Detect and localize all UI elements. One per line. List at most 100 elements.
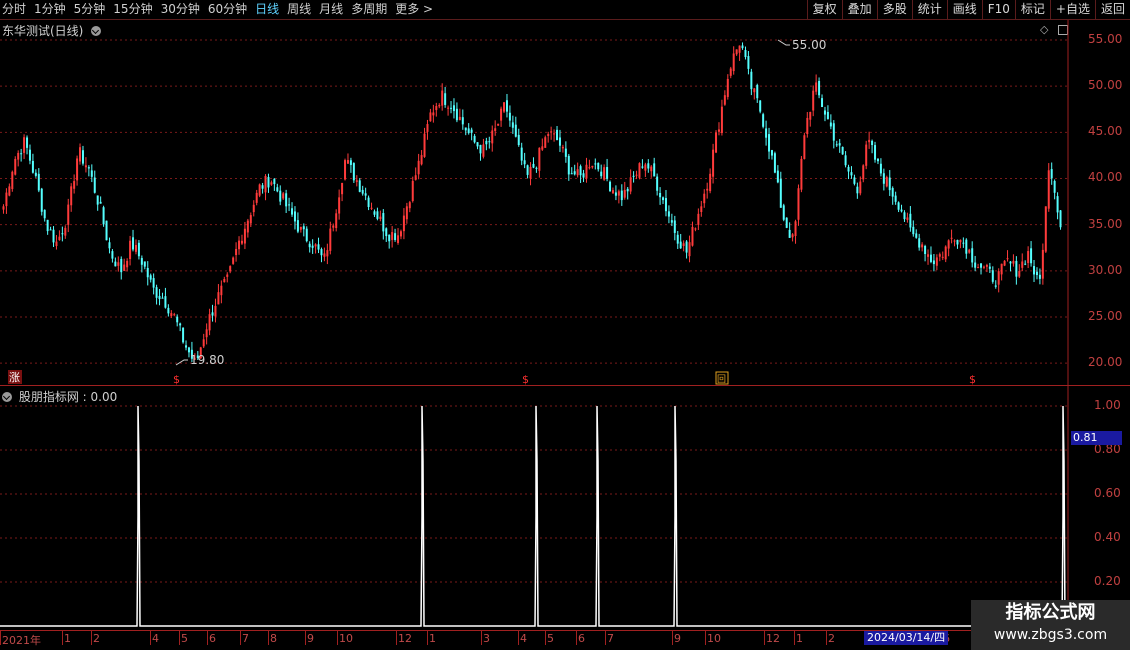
event-box-icon[interactable]: 回 [715, 371, 729, 385]
candle [765, 120, 768, 146]
candle [1033, 259, 1036, 283]
candle [311, 239, 314, 254]
candle [126, 258, 129, 272]
low-marker [175, 359, 188, 366]
candle [897, 201, 900, 213]
toolbar-button[interactable]: +自选 [1049, 0, 1095, 19]
candle [129, 235, 132, 266]
candle [240, 234, 243, 245]
period-tab[interactable]: 日线 [255, 1, 279, 18]
candle [1035, 267, 1038, 280]
candle [264, 174, 267, 201]
candle [782, 203, 785, 222]
indicator-chart[interactable] [0, 386, 1130, 630]
date-label: 5 [547, 632, 554, 645]
candle [447, 105, 450, 116]
period-tab[interactable]: 多周期 [351, 1, 387, 18]
period-tab[interactable]: 月线 [319, 1, 343, 18]
signal-icon[interactable]: $ [969, 373, 976, 385]
candle [452, 98, 455, 119]
candle [323, 247, 326, 262]
candle [105, 220, 108, 241]
candle [93, 170, 96, 194]
candle [229, 265, 232, 274]
candle [717, 122, 720, 136]
toolbar-button[interactable]: 叠加 [841, 0, 877, 19]
watermark-url: www.zbgs3.com [993, 627, 1108, 643]
period-tab[interactable]: 15分钟 [113, 1, 152, 18]
candle [276, 183, 279, 193]
toolbar-button[interactable]: 标记 [1014, 0, 1050, 19]
indicator-tick-label: 0.60 [1094, 486, 1121, 500]
candle [34, 169, 37, 178]
candle [679, 233, 682, 249]
date-label: 9 [674, 632, 681, 645]
candle [161, 292, 164, 299]
candle [1006, 250, 1009, 262]
candle [988, 262, 991, 274]
period-tab[interactable]: 5分钟 [74, 1, 106, 18]
candle [871, 139, 874, 154]
date-label: 7 [607, 632, 614, 645]
candle [932, 253, 935, 272]
candle [52, 226, 55, 247]
indicator-tick-label: 1.00 [1094, 398, 1121, 412]
candle [341, 182, 344, 202]
candle [293, 206, 296, 230]
toolbar-button[interactable]: 统计 [911, 0, 947, 19]
date-label: 1 [429, 632, 436, 645]
candle [1030, 241, 1033, 267]
candle [252, 200, 255, 217]
candle [1041, 243, 1044, 285]
candle [582, 169, 585, 183]
candle [485, 137, 488, 151]
limit-up-badge: 涨 [8, 370, 22, 384]
candle [915, 229, 918, 239]
signal-icon[interactable]: $ [173, 373, 180, 385]
period-tab[interactable]: 更多 > [395, 1, 433, 18]
candle [143, 261, 146, 270]
candle [823, 106, 826, 122]
candle [1024, 260, 1027, 266]
candle [214, 298, 217, 323]
candle [305, 226, 308, 243]
period-tab[interactable]: 分时 [2, 1, 26, 18]
candle [90, 164, 93, 183]
toolbar-button[interactable]: 多股 [876, 0, 912, 19]
candle [894, 191, 897, 205]
toolbar-button[interactable]: 复权 [806, 0, 842, 19]
candlestick-chart[interactable]: 55.00 19.80 涨 $ $ $ 回 [0, 20, 1130, 385]
candle [556, 126, 559, 141]
date-tick [545, 631, 546, 645]
candle [467, 123, 470, 135]
candle [279, 185, 282, 206]
candle [140, 255, 143, 273]
toolbar-button[interactable]: 画线 [946, 0, 982, 19]
indicator-tick-label: 0.20 [1094, 574, 1121, 588]
candle [756, 83, 759, 103]
candle [818, 77, 821, 99]
period-tab[interactable]: 1分钟 [34, 1, 66, 18]
toolbar-button[interactable]: 返回 [1094, 0, 1130, 19]
toolbar-button[interactable]: F10 [981, 0, 1015, 19]
candle [326, 243, 329, 265]
date-tick [268, 631, 269, 645]
period-tab[interactable]: 60分钟 [208, 1, 247, 18]
candle [1059, 210, 1062, 230]
candle [123, 258, 126, 272]
candle [344, 158, 347, 181]
candle [299, 226, 302, 233]
period-tab[interactable]: 30分钟 [161, 1, 200, 18]
candle [909, 206, 912, 232]
date-label: 12 [398, 632, 412, 645]
candle [373, 209, 376, 217]
candle [255, 189, 258, 206]
date-tick [240, 631, 241, 645]
signal-icon[interactable]: $ [522, 373, 529, 385]
candle [329, 221, 332, 255]
candle [726, 74, 729, 100]
period-tab[interactable]: 周线 [287, 1, 311, 18]
candle [46, 219, 49, 235]
candle [729, 66, 732, 79]
date-label: 10 [707, 632, 721, 645]
